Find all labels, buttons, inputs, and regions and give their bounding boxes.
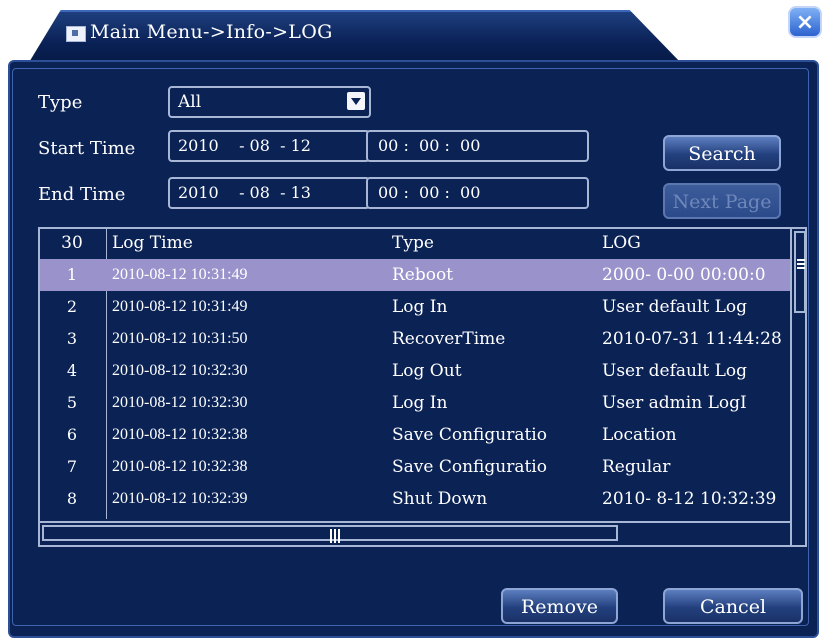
header-count: 30 <box>61 233 83 253</box>
row-number: 7 <box>66 457 78 476</box>
grip-icon <box>330 529 340 543</box>
next-page-button[interactable]: Next Page <box>663 183 781 219</box>
row-number: 2 <box>66 297 78 316</box>
window-title: Main Menu->Info->LOG <box>90 21 333 43</box>
header-log-time: Log Time <box>112 233 193 253</box>
row-log-time: 2010-08-12 10:32:38 <box>112 426 248 443</box>
log-table: 30 Log Time Type LOG 1 2010-08-12 10:31:4… <box>38 227 807 547</box>
start-time-label: Start Time <box>38 138 136 159</box>
row-log: User admin LogI <box>602 393 747 413</box>
horizontal-scroll-thumb[interactable] <box>42 525 618 543</box>
grip-icon <box>797 259 805 269</box>
type-select[interactable]: All <box>168 86 371 118</box>
row-type: Log In <box>392 393 448 413</box>
start-date-value: 2010 - 08 - 12 <box>178 136 311 155</box>
row-type: Shut Down <box>392 489 488 509</box>
row-type: Log Out <box>392 361 462 381</box>
row-log-time: 2010-08-12 10:31:49 <box>112 298 248 315</box>
close-button[interactable]: × <box>788 6 822 38</box>
row-log: 2010- 8-12 10:32:39 <box>602 489 777 509</box>
table-row[interactable]: 6 2010-08-12 10:32:38 Save Configuratio Loc… <box>40 419 790 451</box>
table-row[interactable]: 2 2010-08-12 10:31:49 Log In User default L… <box>40 291 790 323</box>
row-log: Location <box>602 425 677 445</box>
row-type: Log In <box>392 297 448 317</box>
row-log-time: 2010-08-12 10:31:49 <box>112 266 248 283</box>
dropdown-arrow-icon[interactable] <box>347 92 365 110</box>
cancel-button[interactable]: Cancel <box>663 588 803 624</box>
end-time-value: 00 : 00 : 00 <box>378 183 481 202</box>
row-log: 2010-07-31 11:44:28 <box>602 329 782 349</box>
log-window: Main Menu->Info->LOG × Type All Start Ti… <box>0 0 829 642</box>
end-time-label: End Time <box>38 184 126 205</box>
table-row[interactable]: 8 2010-08-12 10:32:39 Shut Down 2010- 8-12 … <box>40 483 790 515</box>
row-log-time: 2010-08-12 10:31:50 <box>112 330 248 347</box>
start-time-value: 00 : 00 : 00 <box>378 136 481 155</box>
row-log: User default Log <box>602 361 748 381</box>
search-button[interactable]: Search <box>663 135 781 171</box>
row-number: 8 <box>66 489 78 508</box>
vertical-scrollbar[interactable] <box>790 229 806 545</box>
remove-button[interactable]: Remove <box>501 588 618 624</box>
row-log-time: 2010-08-12 10:32:39 <box>112 490 248 507</box>
end-date-field[interactable]: 2010 - 08 - 13 <box>168 177 370 209</box>
window-icon <box>66 26 86 42</box>
header-log: LOG <box>602 233 641 253</box>
row-number: 4 <box>66 361 78 380</box>
horizontal-scrollbar[interactable] <box>40 521 790 545</box>
row-type: Save Configuratio <box>392 457 547 477</box>
row-log: User default Log <box>602 297 748 317</box>
row-type: Save Configuratio <box>392 425 547 445</box>
end-date-value: 2010 - 08 - 13 <box>178 183 311 202</box>
vertical-scroll-thumb[interactable] <box>794 231 806 313</box>
row-number: 3 <box>66 329 78 348</box>
table-row[interactable]: 7 2010-08-12 10:32:38 Save Configuratio Reg… <box>40 451 790 483</box>
header-type: Type <box>392 233 434 253</box>
row-type: Reboot <box>392 265 454 285</box>
type-label: Type <box>38 92 83 113</box>
table-row[interactable]: 4 2010-08-12 10:32:30 Log Out User default … <box>40 355 790 387</box>
row-log: Regular <box>602 457 671 477</box>
row-log-time: 2010-08-12 10:32:30 <box>112 394 248 411</box>
row-number: 1 <box>66 265 78 284</box>
row-number: 5 <box>66 393 78 412</box>
table-header: 30 Log Time Type LOG <box>40 229 790 259</box>
table-row[interactable]: 1 2010-08-12 10:31:49 Reboot 2000- 0-00 00:… <box>40 259 790 291</box>
table-row[interactable]: 5 2010-08-12 10:32:30 Log In User admin Log… <box>40 387 790 419</box>
row-log-time: 2010-08-12 10:32:30 <box>112 362 248 379</box>
start-time-field[interactable]: 00 : 00 : 00 <box>366 130 589 162</box>
row-log-time: 2010-08-12 10:32:38 <box>112 458 248 475</box>
row-log: 2000- 0-00 00:00:0 <box>602 265 766 285</box>
row-number: 6 <box>66 425 78 444</box>
row-type: RecoverTime <box>392 329 506 349</box>
start-date-field[interactable]: 2010 - 08 - 12 <box>168 130 370 162</box>
type-select-value: All <box>178 92 202 112</box>
table-row[interactable]: 3 2010-08-12 10:31:50 RecoverTime 2010-07-3… <box>40 323 790 355</box>
end-time-field[interactable]: 00 : 00 : 00 <box>366 177 589 209</box>
